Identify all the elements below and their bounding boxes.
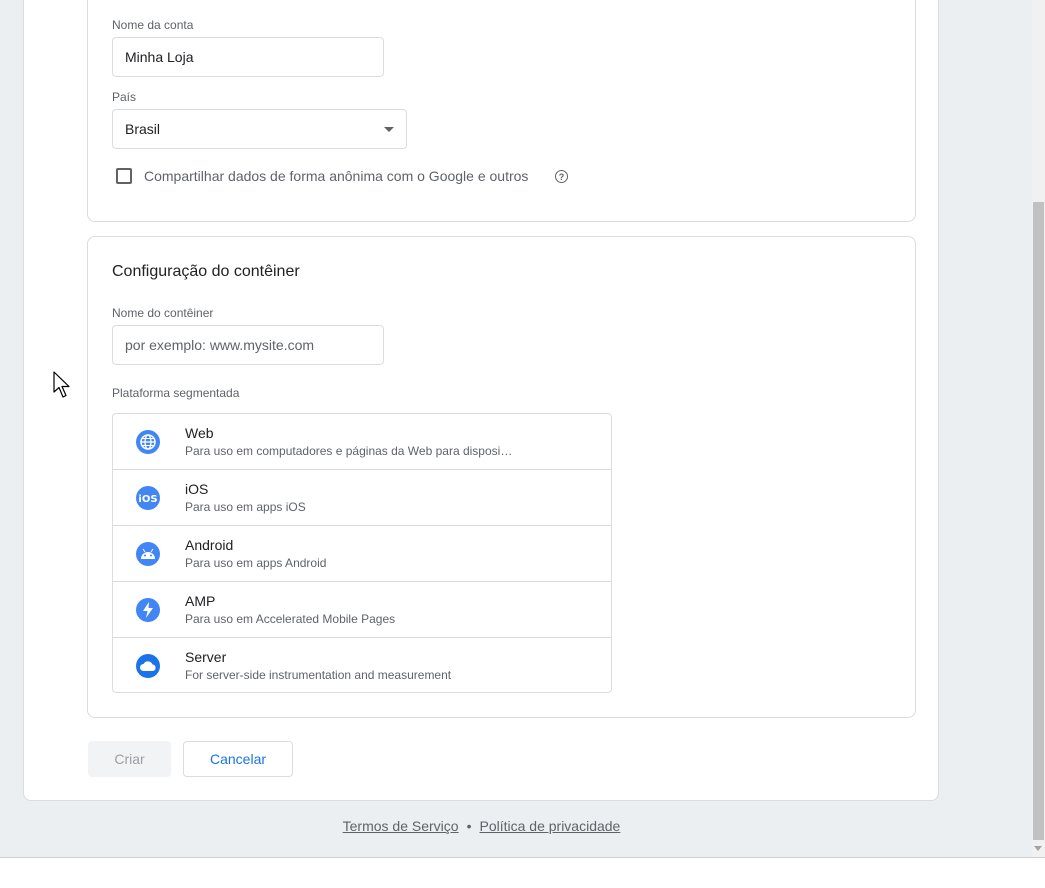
share-data-label: Compartilhar dados de forma anônima com … xyxy=(144,168,529,184)
bottom-strip xyxy=(0,857,1045,888)
android-icon xyxy=(136,542,160,566)
scroll-down-arrow-icon[interactable] xyxy=(1034,846,1042,851)
platform-name: AMP xyxy=(185,593,216,609)
container-name-placeholder: por exemplo: www.mysite.com xyxy=(125,337,315,353)
platform-option-server[interactable]: Server For server-side instrumentation a… xyxy=(113,638,611,692)
ios-icon: iOS xyxy=(136,486,160,510)
footer: Termos de Serviço • Política de privacidad… xyxy=(0,818,963,834)
terms-link[interactable]: Termos de Serviço xyxy=(343,818,459,834)
container-name-label: Nome do contêiner xyxy=(112,306,214,320)
platform-option-ios[interactable]: iOS iOS Para uso em apps iOS xyxy=(113,470,611,526)
country-value: Brasil xyxy=(125,121,161,137)
country-label: País xyxy=(112,90,137,104)
container-setup-card: Configuração do contêiner Nome do contêi… xyxy=(87,236,916,718)
platform-option-amp[interactable]: AMP Para uso em Accelerated Mobile Pages xyxy=(113,582,611,638)
platform-list: Web Para uso em computadores e páginas d… xyxy=(112,413,612,693)
platform-option-android[interactable]: Android Para uso em apps Android xyxy=(113,526,611,582)
svg-text:iOS: iOS xyxy=(138,494,157,504)
bolt-icon xyxy=(136,598,160,622)
platform-name: Server xyxy=(185,649,227,665)
platform-desc: Para uso em apps Android xyxy=(185,556,327,570)
platform-desc: Para uso em apps iOS xyxy=(185,500,306,514)
share-data-checkbox[interactable] xyxy=(116,168,132,184)
platform-name: Android xyxy=(185,537,234,553)
platform-name: Web xyxy=(185,425,214,441)
help-glyph: ? xyxy=(558,171,565,182)
country-select[interactable]: Brasil xyxy=(112,109,407,149)
create-button[interactable]: Criar xyxy=(88,741,171,777)
mouse-cursor-icon xyxy=(53,371,70,398)
container-section-title: Configuração do contêiner xyxy=(112,263,300,280)
cancel-button[interactable]: Cancelar xyxy=(183,741,293,777)
dropdown-arrow-icon xyxy=(384,127,394,132)
footer-separator: • xyxy=(466,818,472,834)
account-name-input[interactable]: Minha Loja xyxy=(112,37,384,77)
platform-desc: For server-side instrumentation and meas… xyxy=(185,668,452,682)
scrollbar[interactable] xyxy=(1032,0,1045,857)
account-name-label: Nome da conta xyxy=(112,18,194,32)
account-name-value: Minha Loja xyxy=(125,49,194,65)
platform-name: iOS xyxy=(185,481,209,497)
platform-label: Plataforma segmentada xyxy=(112,386,240,400)
cloud-icon xyxy=(136,654,160,678)
privacy-link[interactable]: Política de privacidade xyxy=(479,818,620,834)
globe-icon xyxy=(136,430,160,454)
platform-desc: Para uso em computadores e páginas da We… xyxy=(185,444,515,458)
platform-option-web[interactable]: Web Para uso em computadores e páginas d… xyxy=(113,414,611,470)
help-icon[interactable]: ? xyxy=(555,170,568,183)
scrollbar-thumb[interactable] xyxy=(1033,202,1044,840)
platform-desc: Para uso em Accelerated Mobile Pages xyxy=(185,612,396,626)
container-name-input[interactable]: por exemplo: www.mysite.com xyxy=(112,325,384,365)
